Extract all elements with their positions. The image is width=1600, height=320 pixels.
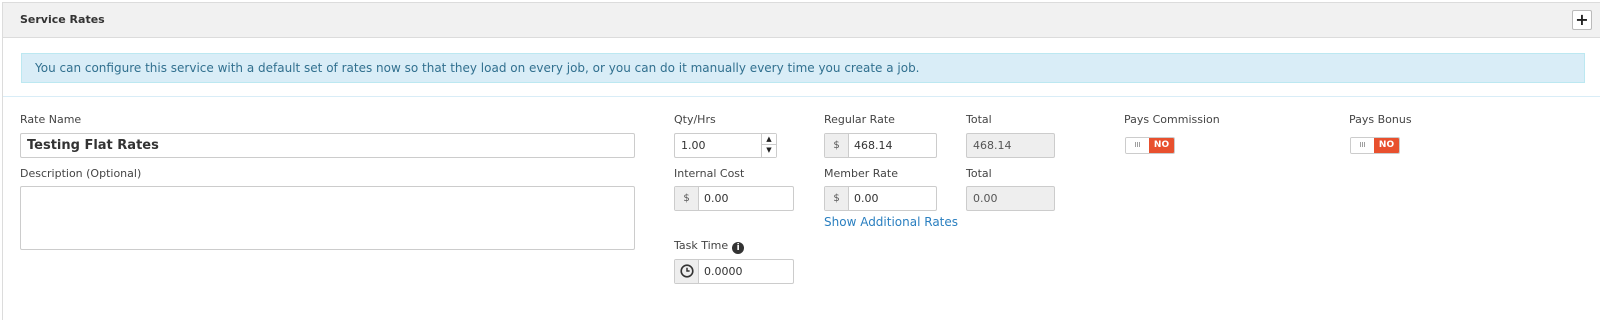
qty-increment-icon[interactable]: ▲ bbox=[762, 134, 776, 145]
dollar-addon: $ bbox=[675, 187, 699, 210]
internal-cost-input[interactable]: $ 0.00 bbox=[674, 186, 794, 211]
member-total-field: 0.00 bbox=[966, 186, 1055, 211]
task-time-label: Task Time i bbox=[674, 239, 745, 254]
rate-name-label: Rate Name bbox=[20, 113, 82, 126]
qty-stepper[interactable]: 1.00 ▲ ▼ bbox=[674, 133, 777, 158]
add-rate-button[interactable]: + bbox=[1572, 10, 1592, 30]
panel-header: Service Rates + bbox=[3, 3, 1600, 38]
qty-label: Qty/Hrs bbox=[674, 113, 716, 126]
qty-decrement-icon[interactable]: ▼ bbox=[762, 145, 776, 156]
internal-cost-label: Internal Cost bbox=[674, 167, 745, 180]
toggle-state: NO bbox=[1149, 138, 1174, 153]
info-icon[interactable]: i bbox=[732, 242, 745, 254]
description-textarea[interactable] bbox=[20, 186, 635, 250]
toggle-handle: III bbox=[1351, 138, 1374, 153]
task-time-label-text: Task Time bbox=[674, 239, 729, 252]
member-rate-value: 0.00 bbox=[854, 192, 879, 205]
dollar-addon: $ bbox=[825, 187, 849, 210]
regular-total-field: 468.14 bbox=[966, 133, 1055, 158]
regular-rate-input[interactable]: $ 468.14 bbox=[824, 133, 937, 158]
info-alert: You can configure this service with a de… bbox=[21, 53, 1585, 83]
task-time-value: 0.0000 bbox=[704, 265, 743, 278]
clock-icon bbox=[679, 264, 694, 278]
total-label: Total bbox=[966, 113, 992, 126]
qty-spinner: ▲ ▼ bbox=[761, 134, 776, 157]
panel-title: Service Rates bbox=[20, 13, 105, 26]
internal-cost-value: 0.00 bbox=[704, 192, 729, 205]
service-rates-panel: Service Rates + You can configure this s… bbox=[2, 2, 1600, 320]
toggle-state: NO bbox=[1374, 138, 1399, 153]
pays-commission-label: Pays Commission bbox=[1124, 113, 1220, 126]
show-additional-rates-link[interactable]: Show Additional Rates bbox=[824, 215, 958, 229]
qty-value: 1.00 bbox=[681, 139, 706, 152]
total-label: Total bbox=[966, 167, 992, 180]
divider bbox=[3, 96, 1600, 97]
regular-rate-label: Regular Rate bbox=[824, 113, 895, 126]
task-time-input[interactable]: 0.0000 bbox=[674, 259, 794, 284]
toggle-handle: III bbox=[1126, 138, 1149, 153]
pays-bonus-label: Pays Bonus bbox=[1349, 113, 1412, 126]
description-label: Description (Optional) bbox=[20, 167, 142, 180]
clock-addon bbox=[675, 260, 699, 283]
pays-bonus-toggle[interactable]: III NO bbox=[1350, 137, 1400, 154]
dollar-addon: $ bbox=[825, 134, 849, 157]
rate-name-input[interactable]: Testing Flat Rates bbox=[20, 133, 635, 158]
regular-rate-value: 468.14 bbox=[854, 139, 893, 152]
member-rate-input[interactable]: $ 0.00 bbox=[824, 186, 937, 211]
member-rate-label: Member Rate bbox=[824, 167, 898, 180]
pays-commission-toggle[interactable]: III NO bbox=[1125, 137, 1175, 154]
